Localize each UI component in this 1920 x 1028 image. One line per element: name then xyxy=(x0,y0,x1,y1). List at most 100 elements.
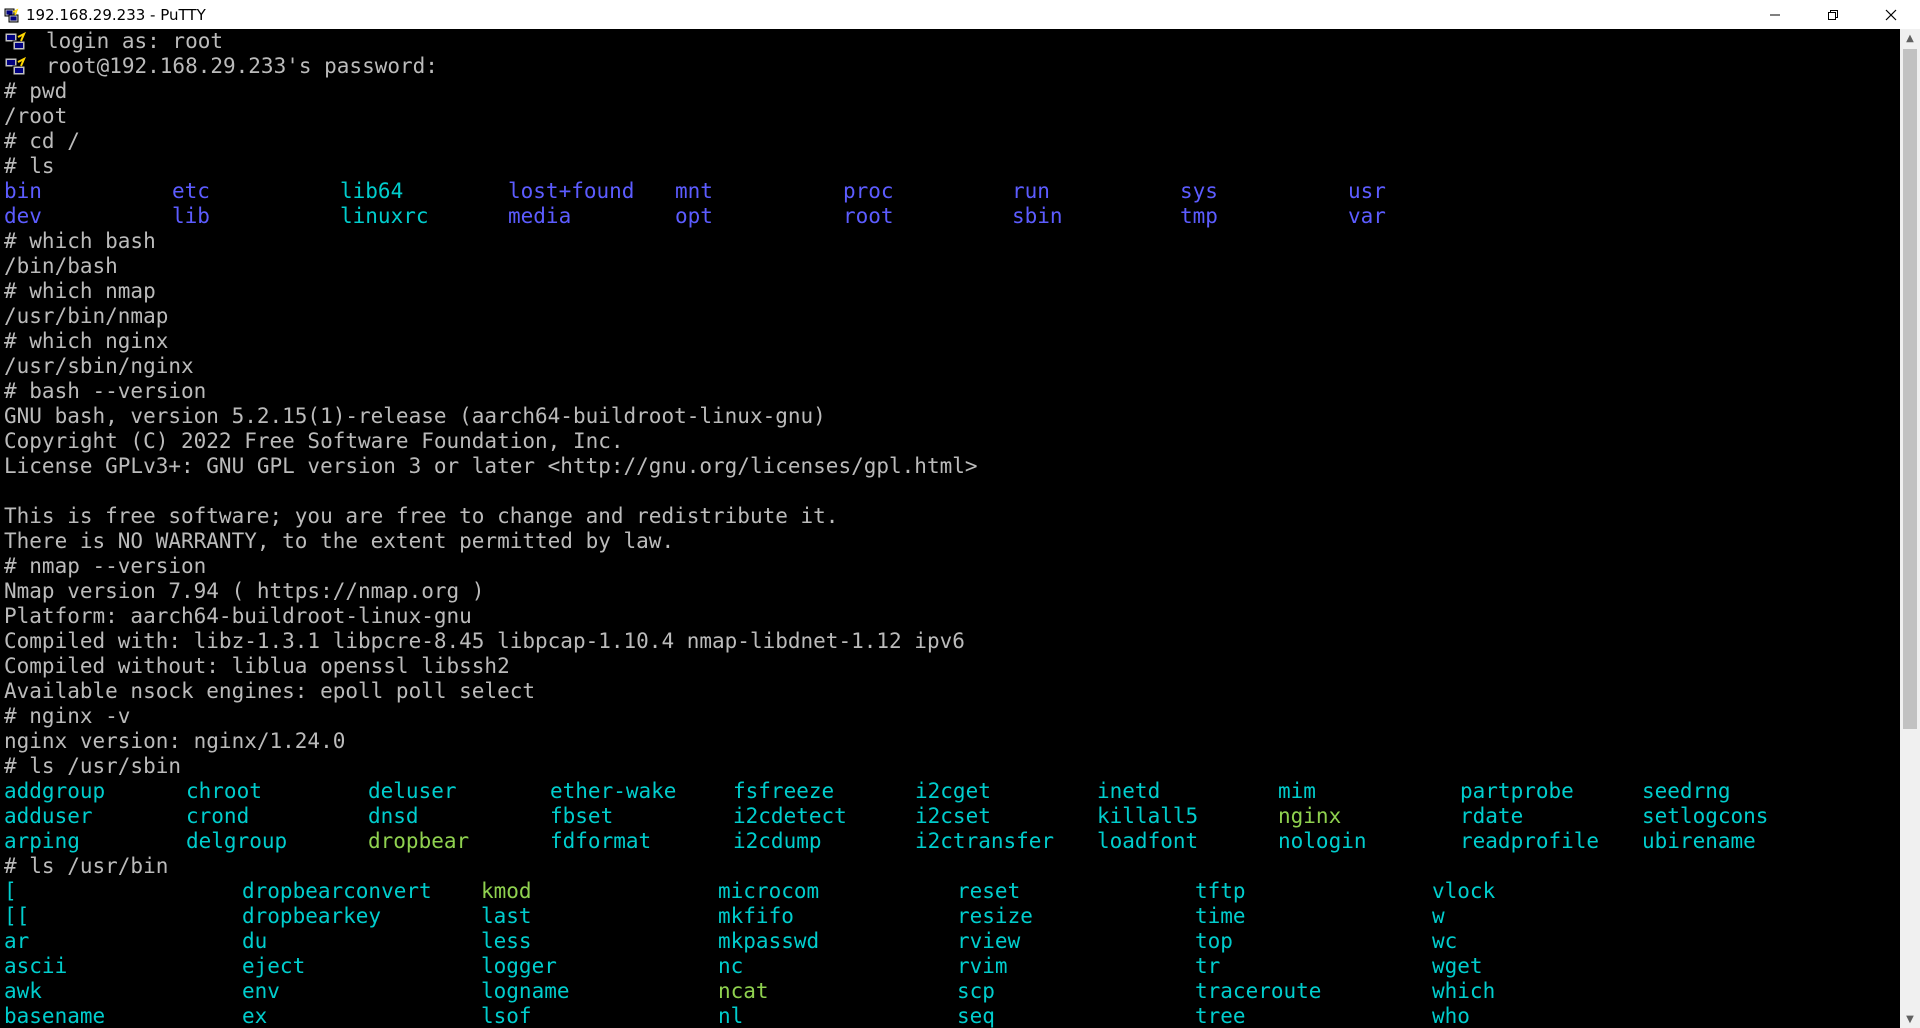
usr-sbin-entry: fbset xyxy=(550,804,614,828)
output-line: /usr/sbin/nginx xyxy=(4,354,194,378)
usr-bin-entry: rview xyxy=(957,929,1021,953)
scroll-up-arrow-icon[interactable]: ▲ xyxy=(1900,29,1920,47)
output-line: Nmap version 7.94 ( https://nmap.org ) xyxy=(4,579,485,603)
usr-bin-entry: last xyxy=(481,904,532,928)
usr-bin-entry: eject xyxy=(242,954,306,978)
scroll-down-arrow-icon[interactable]: ▼ xyxy=(1900,1010,1920,1028)
putty-window: 192.168.29.233 - PuTTY login as: root ro… xyxy=(0,0,1920,1028)
usr-sbin-entry: killall5 xyxy=(1097,804,1199,828)
usr-sbin-entry: i2cdetect xyxy=(733,804,847,828)
ls-root-entry: lib xyxy=(172,204,210,228)
usr-bin-entry: awk xyxy=(4,979,42,1003)
ls-root-entry: media xyxy=(508,204,572,228)
usr-bin-entry: dropbearconvert xyxy=(242,879,432,903)
usr-bin-entry: nc xyxy=(718,954,744,978)
usr-sbin-entry: delgroup xyxy=(186,829,288,853)
usr-sbin-entry: dnsd xyxy=(368,804,419,828)
usr-bin-entry: rvim xyxy=(957,954,1008,978)
vertical-scrollbar[interactable]: ▲ ▼ xyxy=(1900,29,1920,1028)
title-bar[interactable]: 192.168.29.233 - PuTTY xyxy=(0,0,1920,29)
usr-sbin-entry: i2cdump xyxy=(733,829,822,853)
usr-sbin-entry: i2cget xyxy=(915,779,991,803)
usr-bin-entry: du xyxy=(242,929,268,953)
output-line: Compiled with: libz-1.3.1 libpcre-8.45 l… xyxy=(4,629,965,653)
output-line: # nmap --version xyxy=(4,554,207,578)
usr-bin-entry: traceroute xyxy=(1195,979,1322,1003)
close-button[interactable] xyxy=(1862,0,1920,29)
usr-bin-entry: top xyxy=(1195,929,1233,953)
usr-bin-entry: env xyxy=(242,979,280,1003)
ls-root-entry: etc xyxy=(172,179,210,203)
command-line: /root xyxy=(4,104,68,128)
output-line: Available nsock engines: epoll poll sele… xyxy=(4,679,536,703)
output-line: This is free software; you are free to c… xyxy=(4,504,839,528)
output-line: Copyright (C) 2022 Free Software Foundat… xyxy=(4,429,624,453)
restore-button[interactable] xyxy=(1804,0,1862,29)
usr-bin-entry: microcom xyxy=(718,879,820,903)
usr-sbin-entry: nginx xyxy=(1278,804,1342,828)
ls-root-entry: run xyxy=(1012,179,1050,203)
usr-bin-entry: [[ xyxy=(4,904,30,928)
usr-bin-entry: nl xyxy=(718,1004,744,1028)
output-line: # which bash xyxy=(4,229,156,253)
usr-sbin-entry: rdate xyxy=(1460,804,1524,828)
usr-bin-entry: wc xyxy=(1432,929,1458,953)
command-line: # cd / xyxy=(4,129,80,153)
ls-root-entry: lib64 xyxy=(340,179,404,203)
ls-root-entry: dev xyxy=(4,204,42,228)
usr-sbin-entry: fsfreeze xyxy=(733,779,835,803)
usr-bin-entry: [ xyxy=(4,879,17,903)
putty-icon[interactable] xyxy=(4,7,20,23)
usr-bin-entry: reset xyxy=(957,879,1021,903)
usr-bin-entry: ncat xyxy=(718,979,769,1003)
usr-bin-entry: w xyxy=(1432,904,1445,928)
usr-sbin-entry: chroot xyxy=(186,779,262,803)
usr-bin-entry: lsof xyxy=(481,1004,532,1028)
usr-bin-entry: resize xyxy=(957,904,1033,928)
password-prompt-line: root@192.168.29.233's password: xyxy=(46,54,438,78)
usr-sbin-entry: ubirename xyxy=(1642,829,1756,853)
usr-bin-entry: time xyxy=(1195,904,1246,928)
usr-bin-entry: logname xyxy=(481,979,570,1003)
ls-root-entry: proc xyxy=(843,179,894,203)
usr-sbin-entry: mim xyxy=(1278,779,1316,803)
output-line: /bin/bash xyxy=(4,254,118,278)
output-line: /usr/bin/nmap xyxy=(4,304,169,328)
usr-sbin-entry: setlogcons xyxy=(1642,804,1769,828)
usr-bin-entry: tr xyxy=(1195,954,1221,978)
usr-sbin-entry: crond xyxy=(186,804,250,828)
command-line: # ls xyxy=(4,154,55,178)
usr-sbin-entry: nologin xyxy=(1278,829,1367,853)
command-line: # ls /usr/bin xyxy=(4,854,169,878)
terminal-area[interactable]: login as: root root@192.168.29.233's pas… xyxy=(0,29,1900,1028)
scrollbar-thumb[interactable] xyxy=(1903,49,1917,729)
window-title: 192.168.29.233 - PuTTY xyxy=(26,5,206,24)
minimize-button[interactable] xyxy=(1746,0,1804,29)
usr-bin-entry: tftp xyxy=(1195,879,1246,903)
window-controls xyxy=(1746,0,1920,29)
usr-bin-entry: tree xyxy=(1195,1004,1246,1028)
usr-bin-entry: seq xyxy=(957,1004,995,1028)
ls-root-entry: opt xyxy=(675,204,713,228)
usr-bin-entry: ex xyxy=(242,1004,268,1028)
usr-sbin-entry: partprobe xyxy=(1460,779,1574,803)
ls-root-entry: sys xyxy=(1180,179,1218,203)
output-line: Compiled without: liblua openssl libssh2 xyxy=(4,654,510,678)
putty-event-icon xyxy=(3,31,29,53)
ls-root-entry: lost+found xyxy=(508,179,635,203)
ls-root-entry: bin xyxy=(4,179,42,203)
usr-bin-entry: mkpasswd xyxy=(718,929,820,953)
putty-event-icon xyxy=(3,56,29,78)
usr-sbin-entry: deluser xyxy=(368,779,457,803)
usr-sbin-entry: addgroup xyxy=(4,779,106,803)
minimize-icon xyxy=(1770,14,1780,15)
usr-bin-entry: scp xyxy=(957,979,995,1003)
usr-sbin-entry: seedrng xyxy=(1642,779,1731,803)
usr-bin-entry: dropbearkey xyxy=(242,904,382,928)
usr-bin-entry: mkfifo xyxy=(718,904,794,928)
usr-sbin-entry: readprofile xyxy=(1460,829,1600,853)
close-icon xyxy=(1885,9,1897,20)
usr-bin-entry: wget xyxy=(1432,954,1483,978)
ls-root-entry: tmp xyxy=(1180,204,1218,228)
usr-bin-entry: less xyxy=(481,929,532,953)
